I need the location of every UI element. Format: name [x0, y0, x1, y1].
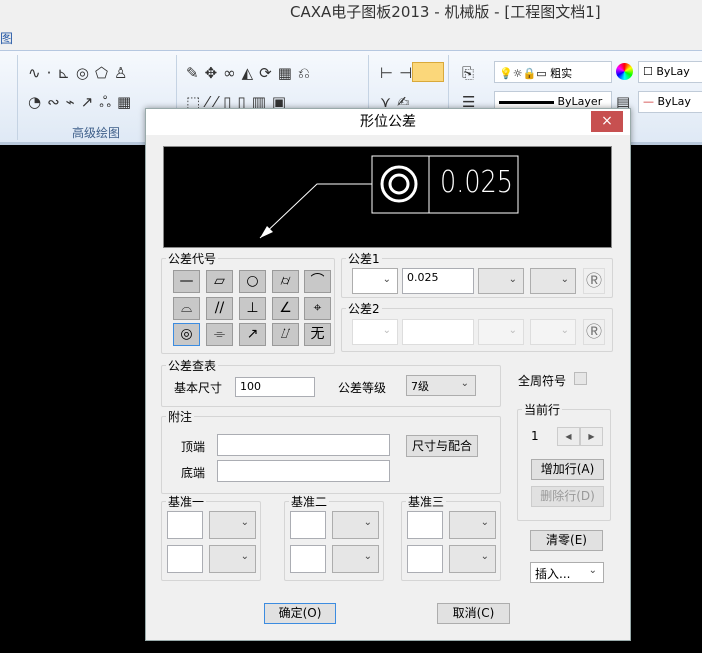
datum-input[interactable] [407, 545, 443, 573]
tolerance2-prefix-combo[interactable]: ⌄ [352, 319, 398, 345]
lineweight-value: ByLayer [557, 95, 603, 108]
symbol-group-label: 公差代号 [168, 252, 217, 266]
app-title: CAXA电子图板2013 - 机械版 - [工程图文档1] [290, 3, 601, 21]
symbol-button[interactable]: ⊥ [239, 297, 266, 320]
tolerance1-prefix-combo[interactable]: ⌄ [352, 268, 398, 294]
tolerance2-material-combo[interactable]: ⌄ [530, 319, 576, 345]
symbol-button[interactable]: ⌰ [272, 323, 299, 346]
datum-input[interactable] [407, 511, 443, 539]
insert-combo[interactable]: 插入... ⌄ [530, 562, 604, 583]
tolerance1-r-button[interactable]: Ⓡ [583, 268, 605, 294]
basic-size-label: 基本尺寸 [174, 381, 223, 395]
tolerance1-modifier-combo[interactable]: ⌄ [478, 268, 524, 294]
add-row-button[interactable]: 增加行(A) [531, 459, 604, 480]
top-note-label: 顶端 [181, 440, 206, 454]
datum-input[interactable] [167, 511, 203, 539]
bottom-note-label: 底端 [181, 466, 206, 480]
preview-drawing [259, 155, 519, 239]
menu-item-partial[interactable]: 图 [0, 28, 13, 47]
grade-value: 7级 [411, 380, 429, 393]
current-row-label: 当前行 [524, 403, 561, 417]
geometric-tolerance-dialog: 形位公差 × 0.025 公差代号 — ▱ ○ ⌭ ⌒ ⌓ // ⊥ ∠ ⌖ ◎ ⌯ ↗ ⌰ 无 公差1 ⌄… [145, 108, 631, 641]
preview-value: 0.025 [440, 165, 514, 200]
ok-button[interactable]: 确定(O) [264, 603, 336, 624]
ribbon-group-label: 高级绘图 [72, 126, 121, 140]
concentricity-icon [380, 165, 418, 203]
color-wheel-icon[interactable] [616, 63, 633, 80]
bottom-note-input[interactable] [217, 460, 390, 482]
datum-modifier-combo[interactable]: ⌄ [332, 511, 379, 539]
insert-value: 插入... [535, 567, 571, 581]
symbol-button[interactable]: ⌓ [173, 297, 200, 320]
symbol-button[interactable]: ↗ [239, 323, 266, 346]
chevron-down-icon: ⌄ [363, 551, 372, 562]
tolerance2-label: 公差2 [348, 302, 380, 316]
tolerance1-label: 公差1 [348, 252, 380, 266]
size-fit-button[interactable]: 尺寸与配合 [406, 435, 478, 457]
datum-label: 基准三 [408, 495, 445, 509]
datum-label: 基准二 [291, 495, 328, 509]
grade-label: 公差等级 [338, 381, 387, 395]
symbol-button[interactable]: ▱ [206, 270, 233, 293]
symbol-button[interactable]: — [173, 270, 200, 293]
datum-modifier-combo[interactable]: ⌄ [449, 545, 496, 573]
layer-name: 粗实 [550, 67, 573, 80]
symbol-button[interactable]: ∠ [272, 297, 299, 320]
datum-label: 基准一 [168, 495, 205, 509]
symbol-button[interactable]: ○ [239, 270, 266, 293]
ribbon-divider [17, 55, 18, 140]
datum-input[interactable] [290, 511, 326, 539]
tolerance2-r-button[interactable]: Ⓡ [583, 319, 605, 345]
tolerance2-value-input[interactable] [402, 319, 474, 345]
chevron-down-icon: ⌄ [480, 517, 489, 528]
cancel-button[interactable]: 取消(C) [437, 603, 510, 624]
delete-row-button[interactable]: 删除行(D) [531, 486, 604, 507]
symbol-button[interactable]: // [206, 297, 233, 320]
layer-icon[interactable]: ⎘ [462, 64, 480, 82]
tolerance1-material-combo[interactable]: ⌄ [530, 268, 576, 294]
draw-tools-icons-row2[interactable]: ◔∾⌁↗ஃ▦ [28, 93, 137, 113]
symbol-button[interactable]: ⌯ [206, 323, 233, 346]
lookup-label: 公差查表 [168, 359, 217, 373]
color-combo[interactable]: ☐ ByLay [638, 61, 702, 83]
datum-input[interactable] [167, 545, 203, 573]
color-value: ByLay [656, 65, 690, 78]
symbol-button[interactable]: 无 [304, 323, 331, 346]
tolerance-preview: 0.025 [163, 146, 612, 248]
clear-button[interactable]: 清零(E) [530, 530, 603, 551]
dialog-title: 形位公差 [146, 109, 630, 135]
all-around-label: 全周符号 [518, 374, 567, 388]
chevron-down-icon: ⌄ [480, 551, 489, 562]
current-row-value: 1 [531, 429, 539, 443]
chevron-down-icon: ⌄ [240, 517, 249, 528]
tolerance-tool-button[interactable] [412, 62, 444, 82]
row-prev-button[interactable]: ◀ [557, 427, 580, 446]
draw-tools-icons[interactable]: ∿·⊾◎⬠♙ [28, 64, 133, 82]
row-next-button[interactable]: ▶ [580, 427, 603, 446]
basic-size-input[interactable]: 100 [235, 377, 315, 397]
symbol-button[interactable]: ⌒ [304, 270, 331, 293]
all-around-checkbox[interactable] [574, 372, 587, 385]
symbol-button[interactable]: ⌖ [304, 297, 331, 320]
symbol-button[interactable]: ◎ [173, 323, 200, 346]
chevron-down-icon: ⌄ [240, 551, 249, 562]
modify-tools-icons[interactable]: ✎✥∞◭⟳▦⎌ [186, 64, 316, 82]
chevron-down-icon: ⌄ [363, 517, 372, 528]
symbol-button[interactable]: ⌭ [272, 270, 299, 293]
linestyle-value: ByLay [657, 95, 691, 108]
datum-modifier-combo[interactable]: ⌄ [209, 511, 256, 539]
datum-input[interactable] [290, 545, 326, 573]
tolerance2-modifier-combo[interactable]: ⌄ [478, 319, 524, 345]
layer-combo[interactable]: 💡☼🔒▭ 粗实 [494, 61, 612, 83]
datum-modifier-combo[interactable]: ⌄ [449, 511, 496, 539]
grade-combo[interactable]: 7级 ⌄ [406, 375, 476, 396]
close-button[interactable]: × [591, 111, 623, 132]
top-note-input[interactable] [217, 434, 390, 456]
tolerance1-value-input[interactable]: 0.025 [402, 268, 474, 294]
datum-modifier-combo[interactable]: ⌄ [209, 545, 256, 573]
datum-modifier-combo[interactable]: ⌄ [332, 545, 379, 573]
linestyle-combo[interactable]: — ByLay [638, 91, 702, 113]
notes-label: 附注 [168, 410, 193, 424]
